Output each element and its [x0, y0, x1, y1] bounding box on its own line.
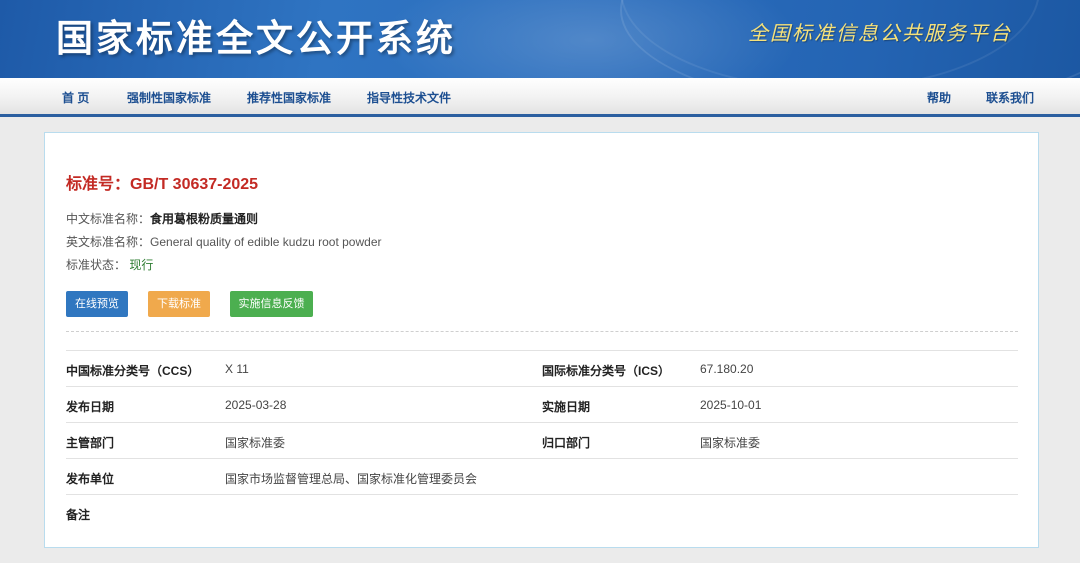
online-preview-button[interactable]: 在线预览	[66, 291, 128, 317]
implement-date-value: 2025-10-01	[700, 398, 762, 412]
en-name-value: General quality of edible kudzu root pow…	[150, 235, 382, 249]
publish-date-label: 发布日期	[66, 400, 115, 414]
standard-number: 标准号：GB/T 30637-2025	[66, 176, 259, 193]
remark-label: 备注	[66, 508, 91, 522]
download-standard-button[interactable]: 下载标准	[148, 291, 210, 317]
issuer-value: 国家市场监督管理总局、国家标准化管理委员会	[225, 472, 478, 486]
nav-home[interactable]: 首 页	[62, 89, 89, 106]
en-name-label: 英文标准名称：	[66, 235, 151, 249]
status-label: 标准状态：	[66, 258, 127, 272]
site-title: 国家标准全文公开系统	[56, 17, 456, 60]
table-row: 中国标准分类号（CCS） X 11 国际标准分类号（ICS） 67.180.20	[66, 350, 1018, 386]
competent-dept-label: 主管部门	[66, 436, 115, 450]
cn-name-label: 中文标准名称：	[66, 212, 151, 226]
header-banner: 国家标准全文公开系统 全国标准信息公共服务平台	[0, 0, 1080, 78]
dashed-divider	[66, 331, 1018, 332]
implementation-feedback-button[interactable]: 实施信息反馈	[230, 291, 313, 317]
table-row: 发布单位 国家市场监督管理总局、国家标准化管理委员会	[66, 458, 1018, 494]
status-value: 现行	[129, 258, 154, 272]
ics-value: 67.180.20	[700, 362, 754, 376]
table-row: 备注	[66, 494, 1018, 530]
status-line: 标准状态： 现行	[66, 256, 153, 273]
nav-contact[interactable]: 联系我们	[986, 89, 1034, 106]
site-slogan: 全国标准信息公共服务平台	[748, 21, 1012, 45]
competent-dept-value: 国家标准委	[225, 436, 286, 450]
ccs-value: X 11	[225, 362, 249, 376]
ics-label: 国际标准分类号（ICS）	[542, 364, 671, 378]
nav-recommended-standards[interactable]: 推荐性国家标准	[247, 89, 331, 106]
main-nav: 首 页 强制性国家标准 推荐性国家标准 指导性技术文件 帮助 联系我们	[0, 78, 1080, 117]
ccs-label: 中国标准分类号（CCS）	[66, 364, 200, 378]
cn-name-line: 中文标准名称：食用葛根粉质量通则	[66, 210, 258, 227]
nav-help[interactable]: 帮助	[927, 89, 951, 106]
cn-name-value: 食用葛根粉质量通则	[150, 212, 259, 226]
issuer-label: 发布单位	[66, 472, 115, 486]
detail-table: 中国标准分类号（CCS） X 11 国际标准分类号（ICS） 67.180.20…	[66, 350, 1018, 530]
table-row: 主管部门 国家标准委 归口部门 国家标准委	[66, 422, 1018, 458]
table-row: 发布日期 2025-03-28 实施日期 2025-10-01	[66, 386, 1018, 422]
en-name-line: 英文标准名称：General quality of edible kudzu r…	[66, 233, 382, 250]
centralized-dept-value: 国家标准委	[700, 436, 761, 450]
nav-guiding-documents[interactable]: 指导性技术文件	[367, 89, 451, 106]
standard-detail-card: 标准号：GB/T 30637-2025 中文标准名称：食用葛根粉质量通则 英文标…	[44, 132, 1039, 548]
centralized-dept-label: 归口部门	[542, 436, 591, 450]
publish-date-value: 2025-03-28	[225, 398, 287, 412]
implement-date-label: 实施日期	[542, 400, 591, 414]
nav-mandatory-standards[interactable]: 强制性国家标准	[127, 89, 211, 106]
